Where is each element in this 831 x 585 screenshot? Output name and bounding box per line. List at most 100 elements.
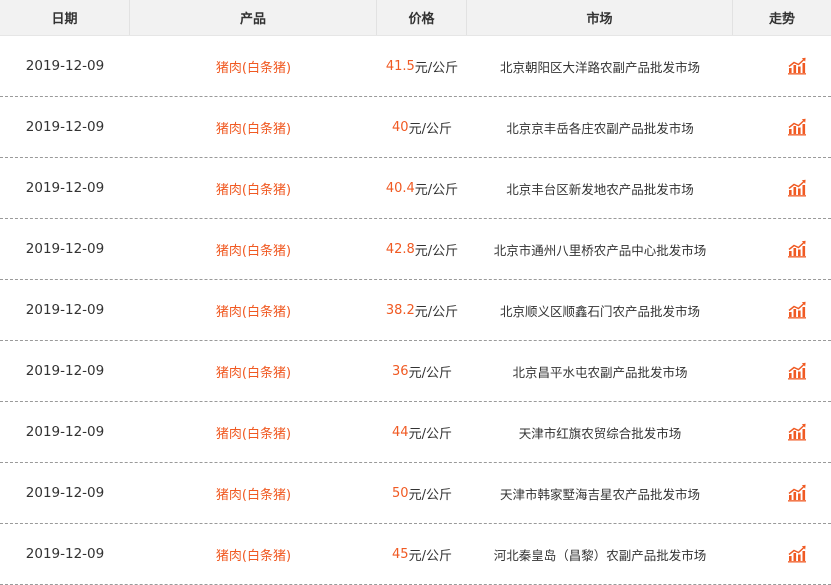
product-link[interactable]: 猪肉(白条猪) (216, 240, 291, 259)
trend-cell (733, 280, 831, 340)
market-cell: 天津市韩家墅海吉星农产品批发市场 (467, 463, 733, 523)
table-row: 2019-12-09 猪肉(白条猪) 44 元/公斤 天津市红旗农贸综合批发市场 (0, 402, 831, 463)
price-unit: 元/公斤 (408, 426, 452, 442)
market-text: 北京京丰岳各庄农副产品批发市场 (506, 120, 694, 136)
market-cell: 北京丰台区新发地农产品批发市场 (467, 158, 733, 218)
trend-chart-icon (788, 484, 806, 502)
price-value: 44 (392, 424, 409, 440)
trend-chart-icon (788, 301, 806, 319)
trend-chart-icon (788, 240, 806, 258)
date-cell: 2019-12-09 (0, 341, 130, 401)
date-cell: 2019-12-09 (0, 463, 130, 523)
trend-button[interactable] (786, 482, 808, 504)
trend-chart-icon (788, 57, 806, 75)
date-cell: 2019-12-09 (0, 402, 130, 462)
trend-cell (733, 97, 831, 157)
table-row: 2019-12-09 猪肉(白条猪) 41.5 元/公斤 北京朝阳区大洋路农副产品… (0, 36, 831, 97)
trend-cell (733, 463, 831, 523)
market-text: 北京市通州八里桥农产品中心批发市场 (493, 242, 707, 258)
price-cell: 38.2 元/公斤 (377, 280, 467, 340)
table-row: 2019-12-09 猪肉(白条猪) 42.8 元/公斤 北京市通州八里桥农产品中… (0, 219, 831, 280)
market-text: 北京丰台区新发地农产品批发市场 (506, 181, 694, 197)
table-row: 2019-12-09 猪肉(白条猪) 40.4 元/公斤 北京丰台区新发地农产品批… (0, 158, 831, 219)
price-unit: 元/公斤 (414, 60, 459, 76)
market-text: 天津市红旗农贸综合批发市场 (518, 425, 682, 441)
date-text: 2019-12-09 (25, 485, 105, 501)
trend-cell (733, 341, 831, 401)
date-cell: 2019-12-09 (0, 524, 130, 584)
date-text: 2019-12-09 (25, 180, 105, 196)
header-trend: 走势 (768, 12, 795, 27)
trend-chart-icon (788, 179, 806, 197)
price-cell: 45 元/公斤 (377, 524, 467, 584)
date-cell: 2019-12-09 (0, 280, 130, 340)
product-cell: 猪肉(白条猪) (130, 402, 377, 462)
product-link[interactable]: 猪肉(白条猪) (216, 484, 291, 503)
product-cell: 猪肉(白条猪) (130, 36, 377, 96)
trend-button[interactable] (786, 421, 808, 443)
table-row: 2019-12-09 猪肉(白条猪) 38.2 元/公斤 北京顺义区顺鑫石门农产品… (0, 280, 831, 341)
header-product: 产品 (130, 0, 377, 35)
trend-cell (733, 219, 831, 279)
trend-chart-icon (788, 362, 806, 380)
price-cell: 50 元/公斤 (377, 463, 467, 523)
price-value: 42.8 (385, 241, 415, 257)
product-cell: 猪肉(白条猪) (130, 463, 377, 523)
price-table: 日期 产品 价格 市场 走势 2019-12-09 猪肉(白条猪) 41.5 元/… (0, 0, 831, 585)
table-row: 2019-12-09 猪肉(白条猪) 50 元/公斤 天津市韩家墅海吉星农产品批发… (0, 463, 831, 524)
price-cell: 40.4 元/公斤 (377, 158, 467, 218)
trend-cell (733, 36, 831, 96)
market-text: 天津市韩家墅海吉星农产品批发市场 (499, 486, 700, 502)
product-link[interactable]: 猪肉(白条猪) (216, 118, 291, 137)
market-text: 北京顺义区顺鑫石门农产品批发市场 (499, 303, 700, 319)
price-value: 50 (392, 485, 409, 501)
trend-button[interactable] (786, 238, 808, 260)
trend-cell (733, 158, 831, 218)
trend-button[interactable] (786, 543, 808, 565)
trend-cell (733, 524, 831, 584)
date-text: 2019-12-09 (25, 424, 105, 440)
table-row: 2019-12-09 猪肉(白条猪) 40 元/公斤 北京京丰岳各庄农副产品批发市… (0, 97, 831, 158)
product-link[interactable]: 猪肉(白条猪) (216, 301, 291, 320)
date-text: 2019-12-09 (25, 546, 105, 562)
price-unit: 元/公斤 (414, 243, 459, 259)
product-cell: 猪肉(白条猪) (130, 341, 377, 401)
trend-button[interactable] (786, 55, 808, 77)
product-link[interactable]: 猪肉(白条猪) (216, 545, 291, 564)
product-link[interactable]: 猪肉(白条猪) (216, 423, 291, 442)
trend-chart-icon (788, 545, 806, 563)
product-link[interactable]: 猪肉(白条猪) (216, 179, 291, 198)
date-cell: 2019-12-09 (0, 158, 130, 218)
trend-button[interactable] (786, 360, 808, 382)
price-value: 38.2 (385, 302, 415, 318)
product-link[interactable]: 猪肉(白条猪) (216, 57, 291, 76)
trend-button[interactable] (786, 177, 808, 199)
table-row: 2019-12-09 猪肉(白条猪) 36 元/公斤 北京昌平水屯农副产品批发市场 (0, 341, 831, 402)
price-cell: 41.5 元/公斤 (377, 36, 467, 96)
price-unit: 元/公斤 (408, 487, 452, 503)
date-text: 2019-12-09 (25, 241, 105, 257)
market-cell: 北京京丰岳各庄农副产品批发市场 (467, 97, 733, 157)
price-value: 41.5 (385, 58, 415, 74)
trend-button[interactable] (786, 299, 808, 321)
market-cell: 北京昌平水屯农副产品批发市场 (467, 341, 733, 401)
price-cell: 40 元/公斤 (377, 97, 467, 157)
market-cell: 天津市红旗农贸综合批发市场 (467, 402, 733, 462)
price-unit: 元/公斤 (414, 304, 459, 320)
price-unit: 元/公斤 (408, 365, 452, 381)
product-cell: 猪肉(白条猪) (130, 280, 377, 340)
date-text: 2019-12-09 (25, 363, 105, 379)
price-unit: 元/公斤 (414, 182, 459, 198)
product-cell: 猪肉(白条猪) (130, 158, 377, 218)
market-cell: 北京市通州八里桥农产品中心批发市场 (467, 219, 733, 279)
date-cell: 2019-12-09 (0, 97, 130, 157)
trend-chart-icon (788, 423, 806, 441)
table-row: 2019-12-09 猪肉(白条猪) 45 元/公斤 河北秦皇岛（昌黎）农副产品批… (0, 524, 831, 585)
trend-chart-icon (788, 118, 806, 136)
header-date: 日期 (0, 0, 130, 35)
trend-cell (733, 402, 831, 462)
date-cell: 2019-12-09 (0, 36, 130, 96)
trend-button[interactable] (786, 116, 808, 138)
date-cell: 2019-12-09 (0, 219, 130, 279)
product-link[interactable]: 猪肉(白条猪) (216, 362, 291, 381)
